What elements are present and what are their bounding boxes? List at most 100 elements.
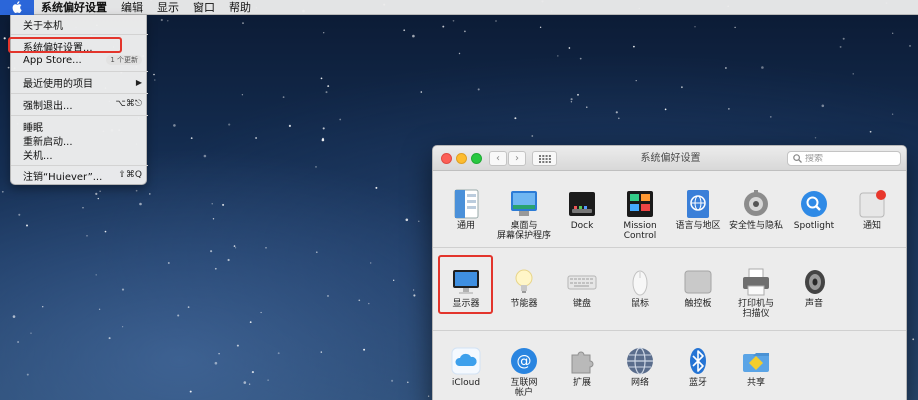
menu-item-force-quit-label: 强制退出... [23,100,73,112]
menu-item-shutdown-label: 关机... [23,150,53,162]
pref-energy-saver[interactable]: 节能器 [495,267,553,309]
star [325,91,328,94]
menu-item-app-store[interactable]: App Store... 1 个更新 [11,53,148,67]
star [99,190,101,192]
menu-separator [11,71,148,72]
zoom-button[interactable] [471,153,482,164]
star [375,186,378,189]
pref-bluetooth[interactable]: 蓝牙 [669,346,727,388]
pref-internet-accounts-label: 互联网 帐户 [510,378,538,398]
star [214,361,218,365]
pref-extensions-label: 扩展 [572,378,591,388]
pref-network[interactable]: 网络 [611,346,669,388]
star [135,189,138,192]
star [267,379,269,381]
pref-sound-label: 声音 [804,299,823,309]
star [406,381,409,384]
menu-item-shutdown[interactable]: 关机... [11,147,148,162]
star [108,337,111,340]
forward-button[interactable]: › [508,151,526,166]
star [769,116,772,118]
pref-desktop-screensaver[interactable]: 桌面与 屏幕保护程序 [495,189,553,241]
menu-item-logout[interactable]: 注销“Huiever”... ⇧⌘Q [11,168,148,183]
printers-scanners-icon [741,267,771,297]
security-privacy-icon [741,189,771,219]
general-icon [451,189,481,219]
menu-item-restart[interactable]: 重新启动... [11,133,148,148]
star [82,207,84,209]
star [909,45,911,47]
star [458,52,461,55]
pref-notifications[interactable]: 通知 [843,189,901,231]
pref-mouse[interactable]: 鼠标 [611,267,669,309]
trackpad-icon [683,267,713,297]
minimize-button[interactable] [456,153,467,164]
pref-dock[interactable]: Dock [553,189,611,231]
menu-item-about-label: 关于本机 [23,20,63,32]
search-field[interactable] [787,151,901,166]
menu-item-app-store-label: App Store... [23,54,82,66]
search-icon [793,154,802,163]
pref-trackpad-label: 触控板 [684,299,712,309]
network-icon [625,346,655,376]
close-button[interactable] [441,153,452,164]
pref-spotlight[interactable]: Spotlight [785,189,843,231]
menu-window[interactable]: 窗口 [186,0,222,15]
star [214,267,217,270]
menu-item-about[interactable]: 关于本机 [11,17,148,32]
window-titlebar[interactable]: ‹ › 系统偏好设置 [433,146,906,171]
menu-system-preferences[interactable]: 系统偏好设置 [34,0,114,15]
pref-mission-control[interactable]: Mission Control [611,189,669,241]
star [189,390,192,393]
star [320,77,323,80]
pref-energy-saver-label: 节能器 [510,299,538,309]
sound-icon [799,267,829,297]
pref-sharing[interactable]: 共享 [727,346,785,388]
bluetooth-icon [683,346,713,376]
mission-control-icon [625,189,655,219]
menu-item-recent-items[interactable]: 最近使用的项目 ▶ [11,75,148,90]
pref-keyboard[interactable]: 键盘 [553,267,611,309]
spotlight-icon [799,189,829,219]
star [570,98,573,101]
star [694,25,696,28]
pref-icloud[interactable]: iCloud [437,346,495,388]
back-button[interactable]: ‹ [489,151,507,166]
pref-language-region-label: 语言与地区 [675,221,721,231]
star [495,20,497,22]
pref-printers-scanners[interactable]: 打印机与 扫描仪 [727,267,785,319]
star [412,289,415,291]
star [391,379,394,382]
star [891,113,894,115]
star [618,117,620,120]
menu-separator [11,93,148,94]
star [210,250,213,253]
menu-item-force-quit[interactable]: 强制退出... ⌥⌘⎋ [11,97,148,112]
star [255,137,258,139]
star [577,93,579,96]
menu-view[interactable]: 显示 [150,0,186,15]
svg-text:@: @ [517,352,532,370]
pref-trackpad[interactable]: 触控板 [669,267,727,309]
star [222,203,225,206]
star [187,306,190,308]
menu-item-logout-label: 注销“Huiever”... [23,171,103,183]
show-all-button[interactable] [532,151,557,166]
star [288,124,291,127]
search-input[interactable] [805,153,895,164]
pref-language-region[interactable]: 语言与地区 [669,189,727,231]
star [339,118,342,121]
pref-general[interactable]: 通用 [437,189,495,231]
apple-menu-button[interactable] [0,0,34,15]
pref-spotlight-label: Spotlight [793,221,835,231]
star [154,79,156,81]
menu-item-sleep[interactable]: 睡眠 [11,119,148,134]
pref-internet-accounts[interactable]: @ 互联网 帐户 [495,346,553,398]
menu-help[interactable]: 帮助 [222,0,258,15]
pref-sound[interactable]: 声音 [785,267,843,309]
star [514,117,517,120]
pref-security-privacy[interactable]: 安全性与隐私 [727,189,785,231]
pref-sharing-label: 共享 [746,378,765,388]
menu-edit[interactable]: 编辑 [114,0,150,15]
pref-extensions[interactable]: 扩展 [553,346,611,388]
